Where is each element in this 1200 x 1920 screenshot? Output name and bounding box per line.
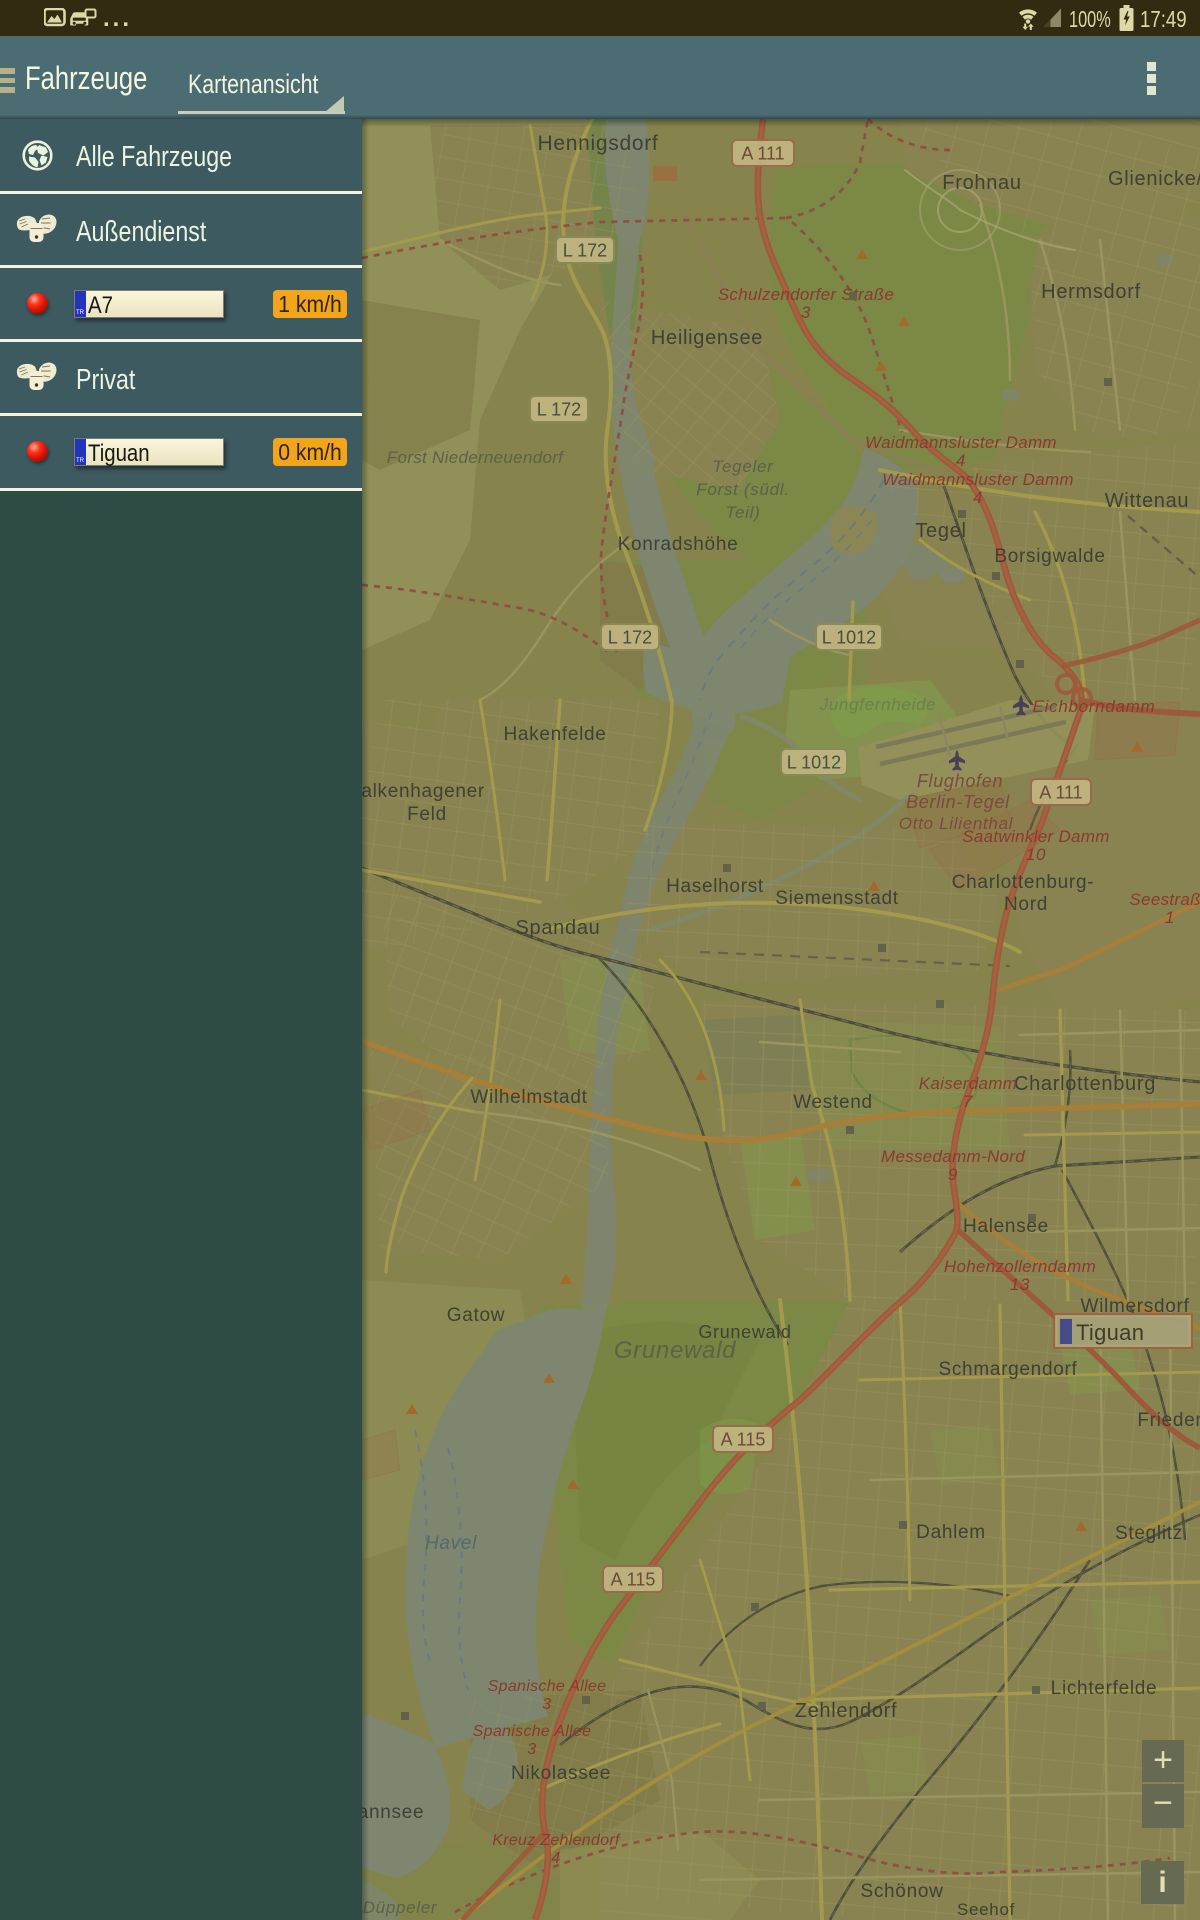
svg-text:Forst Niederneuendorf: Forst Niederneuendorf — [387, 448, 565, 467]
svg-text:Falkenhagener: Falkenhagener — [362, 781, 485, 802]
svg-text:Glienicke/N: Glienicke/N — [1108, 168, 1200, 190]
svg-text:Borsigwalde: Borsigwalde — [994, 546, 1105, 567]
svg-text:Dahlem: Dahlem — [916, 1522, 986, 1543]
svg-text:1: 1 — [1165, 908, 1175, 927]
svg-text:Havel: Havel — [425, 1533, 477, 1554]
svg-text:Siemensstadt: Siemensstadt — [775, 888, 899, 909]
svg-text:L 1012: L 1012 — [787, 753, 841, 773]
svg-text:7: 7 — [963, 1092, 973, 1111]
svg-text:Nikolassee: Nikolassee — [511, 1763, 611, 1784]
svg-text:Frieden: Frieden — [1137, 1410, 1200, 1431]
svg-text:Zehlendorf: Zehlendorf — [795, 1700, 898, 1722]
svg-text:A 115: A 115 — [611, 1570, 656, 1590]
svg-text:Westend: Westend — [793, 1092, 873, 1113]
svg-text:Hennigsdorf: Hennigsdorf — [538, 132, 659, 155]
svg-text:Berlin-Tegel: Berlin-Tegel — [906, 792, 1010, 812]
svg-text:Frohnau: Frohnau — [942, 172, 1021, 194]
svg-text:Tegeler: Tegeler — [713, 457, 775, 476]
svg-text:Kreuz Zehlendorf: Kreuz Zehlendorf — [492, 1832, 621, 1849]
svg-text:Eichborndamm: Eichborndamm — [1033, 697, 1156, 716]
svg-text:Charlottenburg: Charlottenburg — [1014, 1073, 1156, 1095]
svg-text:Schönow: Schönow — [860, 1881, 943, 1902]
svg-text:Steglitz: Steglitz — [1115, 1523, 1183, 1544]
svg-text:9: 9 — [948, 1165, 958, 1184]
svg-text:Seestraße: Seestraße — [1129, 890, 1200, 909]
svg-text:Spanische Allee: Spanische Allee — [488, 1678, 607, 1695]
svg-text:3: 3 — [527, 1741, 537, 1758]
svg-text:Hermsdorf: Hermsdorf — [1041, 281, 1141, 303]
svg-text:Kaiserdamm: Kaiserdamm — [919, 1074, 1017, 1093]
svg-text:Hohenzollerndamm: Hohenzollerndamm — [944, 1257, 1096, 1276]
svg-text:Flughofen: Flughofen — [917, 771, 1003, 791]
svg-text:L 1012: L 1012 — [822, 628, 876, 648]
svg-text:A 115: A 115 — [721, 1430, 766, 1450]
svg-text:Halensee: Halensee — [963, 1216, 1049, 1237]
svg-text:4: 4 — [551, 1850, 561, 1867]
svg-text:Nord: Nord — [1004, 894, 1048, 915]
svg-text:Tiguan: Tiguan — [1076, 1320, 1144, 1345]
svg-text:L 172: L 172 — [563, 241, 607, 261]
svg-text:A 111: A 111 — [1039, 783, 1082, 803]
svg-text:L 172: L 172 — [537, 400, 581, 420]
svg-text:Feld: Feld — [407, 804, 447, 825]
svg-text:Messedamm-Nord: Messedamm-Nord — [881, 1147, 1025, 1166]
svg-text:10: 10 — [1026, 845, 1046, 864]
svg-text:Waidmannsluster Damm: Waidmannsluster Damm — [882, 470, 1074, 489]
svg-text:Seehof: Seehof — [957, 1900, 1015, 1919]
svg-text:4: 4 — [973, 488, 983, 507]
svg-text:L 172: L 172 — [608, 628, 652, 648]
svg-text:3: 3 — [542, 1696, 552, 1713]
svg-text:Schmargendorf: Schmargendorf — [938, 1359, 1077, 1380]
svg-text:Otto Lilienthal: Otto Lilienthal — [899, 814, 1014, 833]
svg-text:Spandau: Spandau — [516, 917, 601, 939]
svg-text:Schulzendorfer Straße: Schulzendorfer Straße — [718, 285, 894, 304]
svg-text:Konradshöhe: Konradshöhe — [618, 534, 739, 555]
svg-text:Tegel: Tegel — [915, 520, 966, 542]
svg-text:Charlottenburg-: Charlottenburg- — [952, 872, 1095, 893]
svg-text:Lichterfelde: Lichterfelde — [1051, 1678, 1158, 1699]
svg-text:Spanische Allee: Spanische Allee — [473, 1723, 592, 1740]
svg-text:3: 3 — [801, 303, 811, 322]
svg-text:Gatow: Gatow — [447, 1305, 505, 1326]
svg-text:Hakenfelde: Hakenfelde — [503, 724, 606, 745]
svg-text:Haselhorst: Haselhorst — [666, 876, 764, 897]
svg-text:Düppeler: Düppeler — [363, 1898, 438, 1917]
svg-text:Wannsee: Wannsee — [362, 1802, 424, 1823]
svg-text:Grunewald: Grunewald — [614, 1337, 736, 1364]
svg-text:13: 13 — [1010, 1275, 1030, 1294]
svg-text:Teil): Teil) — [726, 503, 761, 522]
svg-text:Heiligensee: Heiligensee — [651, 327, 763, 349]
svg-text:A 111: A 111 — [741, 144, 784, 164]
svg-text:Wittenau: Wittenau — [1105, 490, 1190, 512]
svg-text:Jungfernheide: Jungfernheide — [819, 695, 937, 714]
svg-text:4: 4 — [956, 451, 966, 470]
svg-text:Forst (südl.: Forst (südl. — [696, 480, 789, 499]
svg-text:Wilhelmstadt: Wilhelmstadt — [470, 1087, 587, 1108]
svg-text:Waidmannsluster Damm: Waidmannsluster Damm — [865, 433, 1057, 452]
